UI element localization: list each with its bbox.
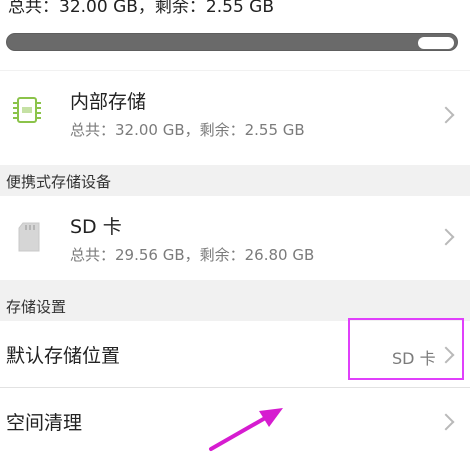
internal-storage-subtitle: 总共：32.00 GB，剩余：2.55 GB [70,121,305,139]
summary-text: 总共：32.00 GB，剩余：2.55 GB [8,0,274,17]
storage-usage-bar [6,33,458,51]
default-storage-location-row[interactable]: 默认存储位置 SD 卡 [0,318,470,387]
storage-settings-header: 存储设置 [6,298,67,316]
storage-summary: 总共：32.00 GB，剩余：2.55 GB [0,0,470,70]
space-cleanup-label: 空间清理 [6,412,83,434]
internal-storage-title: 内部存储 [70,91,147,113]
chevron-right-icon [437,413,455,431]
chevron-right-icon [437,228,455,246]
sd-card-subtitle: 总共：29.56 GB，剩余：26.80 GB [70,246,315,264]
default-storage-location-label: 默认存储位置 [6,345,121,367]
sd-card-row[interactable]: SD 卡 总共：29.56 GB，剩余：26.80 GB [0,196,470,280]
sd-card-icon [17,222,41,256]
default-storage-location-value: SD 卡 [392,349,436,368]
portable-storage-header: 便携式存储设备 [6,173,112,191]
storage-free-fill [418,37,454,49]
chip-icon [10,93,44,131]
internal-storage-row[interactable]: 内部存储 总共：32.00 GB，剩余：2.55 GB [0,71,470,165]
pointer-arrow-icon [205,405,285,459]
chevron-right-icon [437,106,455,124]
sd-card-title: SD 卡 [70,216,122,238]
